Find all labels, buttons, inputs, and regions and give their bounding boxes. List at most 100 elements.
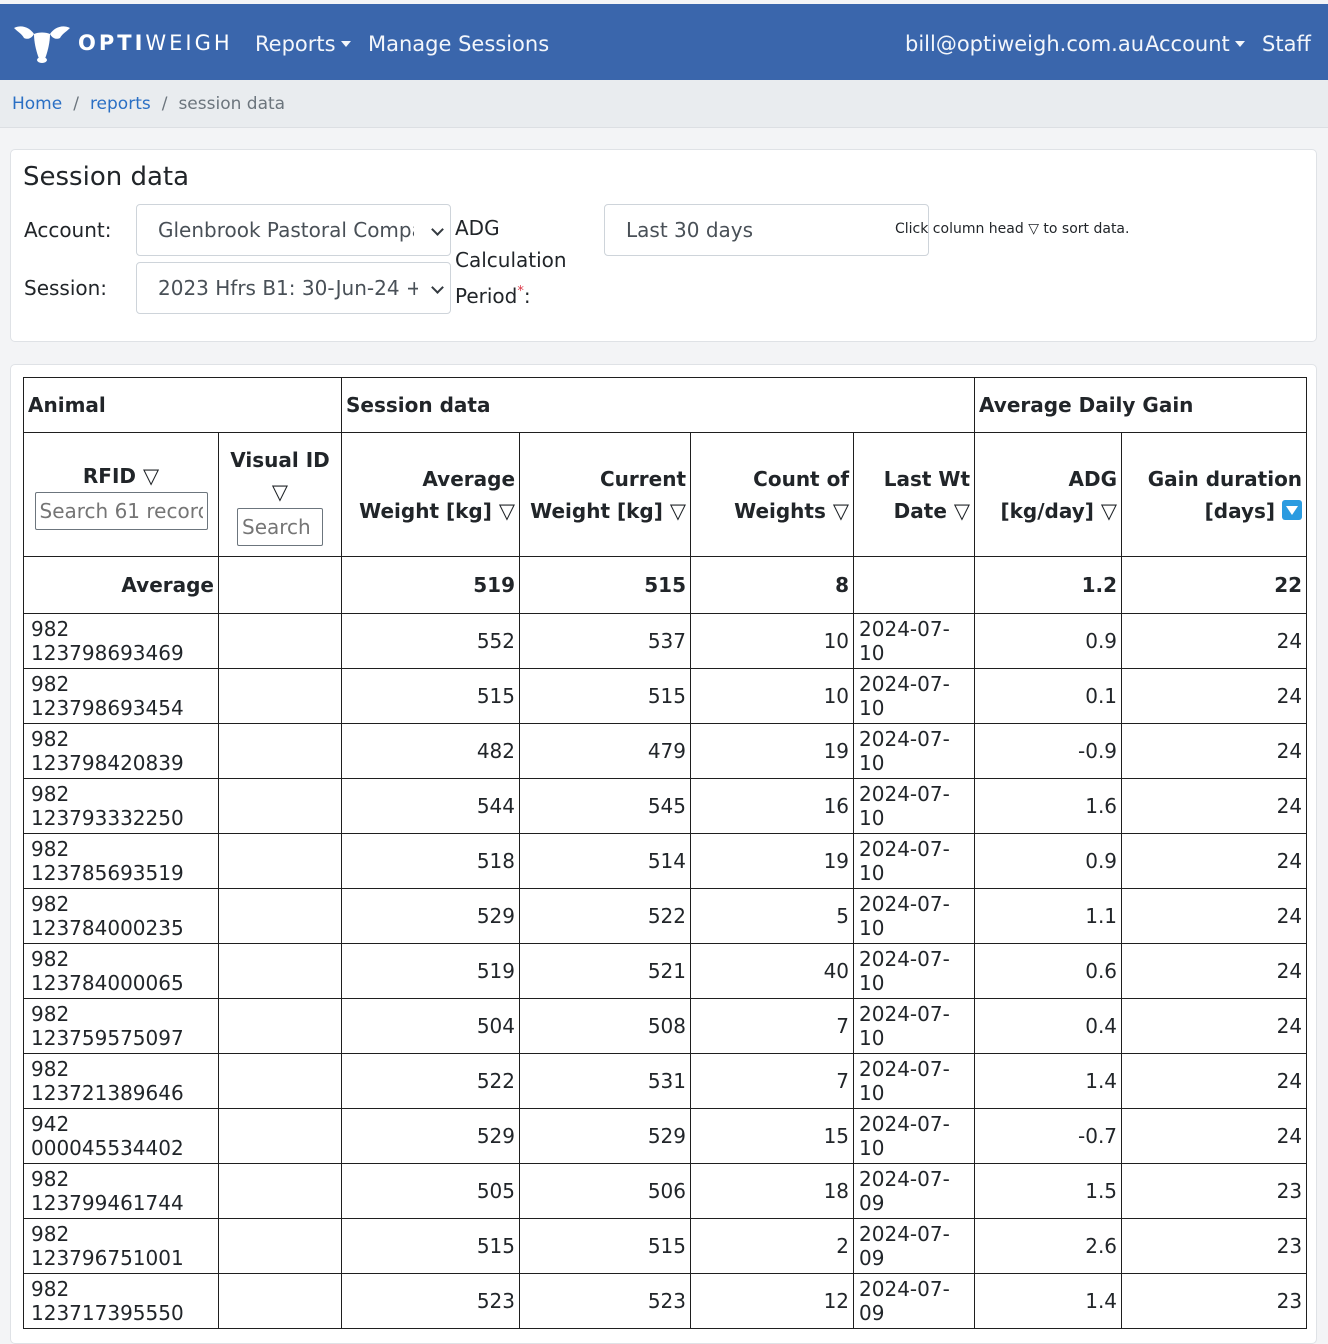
cell-adg: 1.5	[974, 1163, 1123, 1219]
cattle-horns-logo-icon	[14, 26, 70, 63]
col-header-last-date[interactable]: Last Wt Date ▽	[853, 432, 976, 557]
filters-card: Session data Account: Glenbrook Pastoral…	[10, 149, 1317, 342]
cell-count: 18	[690, 1163, 855, 1219]
adg-period-label: ADG Calculation Period*:	[455, 216, 567, 308]
cell-visual-id	[217, 668, 343, 724]
account-select[interactable]: Glenbrook Pastoral Compa	[136, 204, 451, 256]
nav-account-dropdown[interactable]: Account	[1145, 32, 1245, 56]
data-table-card: Animal Session data Average Daily Gain R…	[10, 364, 1317, 1344]
group-header-adg: Average Daily Gain	[974, 377, 1308, 433]
cell-current-weight: 523	[519, 1273, 692, 1329]
col-header-adg[interactable]: ADG [kg/day] ▽	[974, 432, 1123, 557]
logo-text-bold: OPTI	[78, 31, 146, 55]
cell-visual-id	[217, 888, 343, 944]
average-current-weight: 515	[519, 556, 692, 614]
cell-adg: 1.6	[974, 778, 1123, 834]
cell-current-weight: 515	[519, 668, 692, 724]
nav-reports-dropdown[interactable]: Reports	[255, 32, 351, 56]
cell-count: 19	[690, 723, 855, 779]
cell-last-date: 2024-07-10	[853, 833, 976, 889]
sort-hint: Click column head ▽ to sort data.	[895, 221, 1130, 237]
table-row[interactable]: 982 123784000065 519 521 40 2024-07-10 0.6 24	[23, 943, 1308, 999]
breadcrumb: Home / reports / session data	[0, 80, 1328, 128]
col-header-visual-id[interactable]: Visual ID ▽	[217, 432, 343, 557]
session-select[interactable]: 2023 Hfrs B1: 30-Jun-24 +	[136, 262, 451, 314]
col-header-rfid[interactable]: RFID ▽	[23, 432, 219, 557]
cell-rfid: 982 123793332250	[23, 778, 219, 834]
cell-gain-duration: 24	[1121, 668, 1308, 724]
col-header-current-weight[interactable]: Current Weight [kg] ▽	[519, 432, 692, 557]
nav-user-email[interactable]: bill@optiweigh.com.au	[905, 32, 1144, 56]
cell-adg: 0.9	[974, 613, 1123, 669]
table-row[interactable]: 942 000045534402 529 529 15 2024-07-10 -0.7 24	[23, 1108, 1308, 1164]
cell-current-weight: 529	[519, 1108, 692, 1164]
cell-current-weight: 522	[519, 888, 692, 944]
breadcrumb-current: session data	[178, 94, 286, 114]
breadcrumb-home[interactable]: Home	[12, 94, 62, 114]
sort-icon: ▽	[271, 479, 289, 504]
table-row[interactable]: 982 123721389646 522 531 7 2024-07-10 1.4 24	[23, 1053, 1308, 1109]
table-row[interactable]: 982 123785693519 518 514 19 2024-07-10 0.9 24	[23, 833, 1308, 889]
table-row[interactable]: 982 123793332250 544 545 16 2024-07-10 1.6 24	[23, 778, 1308, 834]
cell-avg-weight: 519	[341, 943, 521, 999]
cell-count: 7	[690, 1053, 855, 1109]
adg-period-select[interactable]: Last 30 days	[604, 204, 929, 256]
cell-last-date: 2024-07-09	[853, 1273, 976, 1329]
sort-icon: ▽	[953, 498, 971, 523]
logo-text-light: WEIGH	[145, 31, 233, 55]
cell-avg-weight: 515	[341, 1218, 521, 1274]
session-data-table: Animal Session data Average Daily Gain R…	[22, 377, 1308, 1329]
cell-visual-id	[217, 998, 343, 1054]
page-title: Session data	[23, 162, 190, 192]
table-row[interactable]: 982 123759575097 504 508 7 2024-07-10 0.4 24	[23, 998, 1308, 1054]
cell-current-weight: 537	[519, 613, 692, 669]
table-row[interactable]: 982 123717395550 523 523 12 2024-07-09 1.4 23	[23, 1273, 1308, 1329]
cell-rfid: 982 123796751001	[23, 1218, 219, 1274]
table-row[interactable]: 982 123799461744 505 506 18 2024-07-09 1.5 23	[23, 1163, 1308, 1219]
caret-down-icon	[1234, 41, 1245, 47]
cell-last-date: 2024-07-10	[853, 1108, 976, 1164]
breadcrumb-reports[interactable]: reports	[90, 94, 151, 114]
col-header-count[interactable]: Count of Weights ▽	[690, 432, 855, 557]
cell-gain-duration: 24	[1121, 1108, 1308, 1164]
cell-current-weight: 515	[519, 1218, 692, 1274]
cell-visual-id	[217, 943, 343, 999]
cell-last-date: 2024-07-10	[853, 943, 976, 999]
cell-avg-weight: 505	[341, 1163, 521, 1219]
cell-count: 10	[690, 613, 855, 669]
session-label: Session:	[24, 276, 108, 300]
cell-rfid: 982 123798693454	[23, 668, 219, 724]
cell-rfid: 982 123784000235	[23, 888, 219, 944]
chevron-down-icon	[431, 223, 444, 236]
sort-icon: ▽	[498, 498, 516, 523]
cell-adg: -0.9	[974, 723, 1123, 779]
table-row[interactable]: 982 123784000235 529 522 5 2024-07-10 1.1 24	[23, 888, 1308, 944]
rfid-search-input[interactable]	[34, 491, 208, 530]
cell-gain-duration: 24	[1121, 613, 1308, 669]
cell-gain-duration: 23	[1121, 1163, 1308, 1219]
cell-count: 19	[690, 833, 855, 889]
nav-manage-sessions[interactable]: Manage Sessions	[368, 32, 549, 56]
table-row[interactable]: 982 123798693469 552 537 10 2024-07-10 0.9 24	[23, 613, 1308, 669]
table-row[interactable]: 982 123798693454 515 515 10 2024-07-10 0.1 24	[23, 668, 1308, 724]
top-navbar: OPTIWEIGH Reports Manage Sessions bill@o…	[0, 4, 1328, 80]
col-header-avg-weight[interactable]: Average Weight [kg] ▽	[341, 432, 521, 557]
cell-avg-weight: 518	[341, 833, 521, 889]
table-row[interactable]: 982 123798420839 482 479 19 2024-07-10 -0.9 24	[23, 723, 1308, 779]
table-row[interactable]: 982 123796751001 515 515 2 2024-07-09 2.6 23	[23, 1218, 1308, 1274]
cell-rfid: 982 123799461744	[23, 1163, 219, 1219]
nav-staff[interactable]: Staff	[1262, 32, 1311, 56]
cell-adg: 1.1	[974, 888, 1123, 944]
cell-last-date: 2024-07-10	[853, 778, 976, 834]
cell-gain-duration: 24	[1121, 723, 1308, 779]
cell-rfid: 982 123785693519	[23, 833, 219, 889]
cell-avg-weight: 552	[341, 613, 521, 669]
cell-visual-id	[217, 1053, 343, 1109]
visual-id-search-input[interactable]	[237, 507, 323, 546]
group-header-animal: Animal	[22, 377, 343, 433]
cell-last-date: 2024-07-09	[853, 1163, 976, 1219]
optiweigh-logo[interactable]: OPTIWEIGH	[12, 22, 233, 64]
col-header-gain-duration[interactable]: Gain duration [days]	[1121, 432, 1308, 557]
cell-current-weight: 506	[519, 1163, 692, 1219]
account-label: Account:	[24, 218, 112, 242]
